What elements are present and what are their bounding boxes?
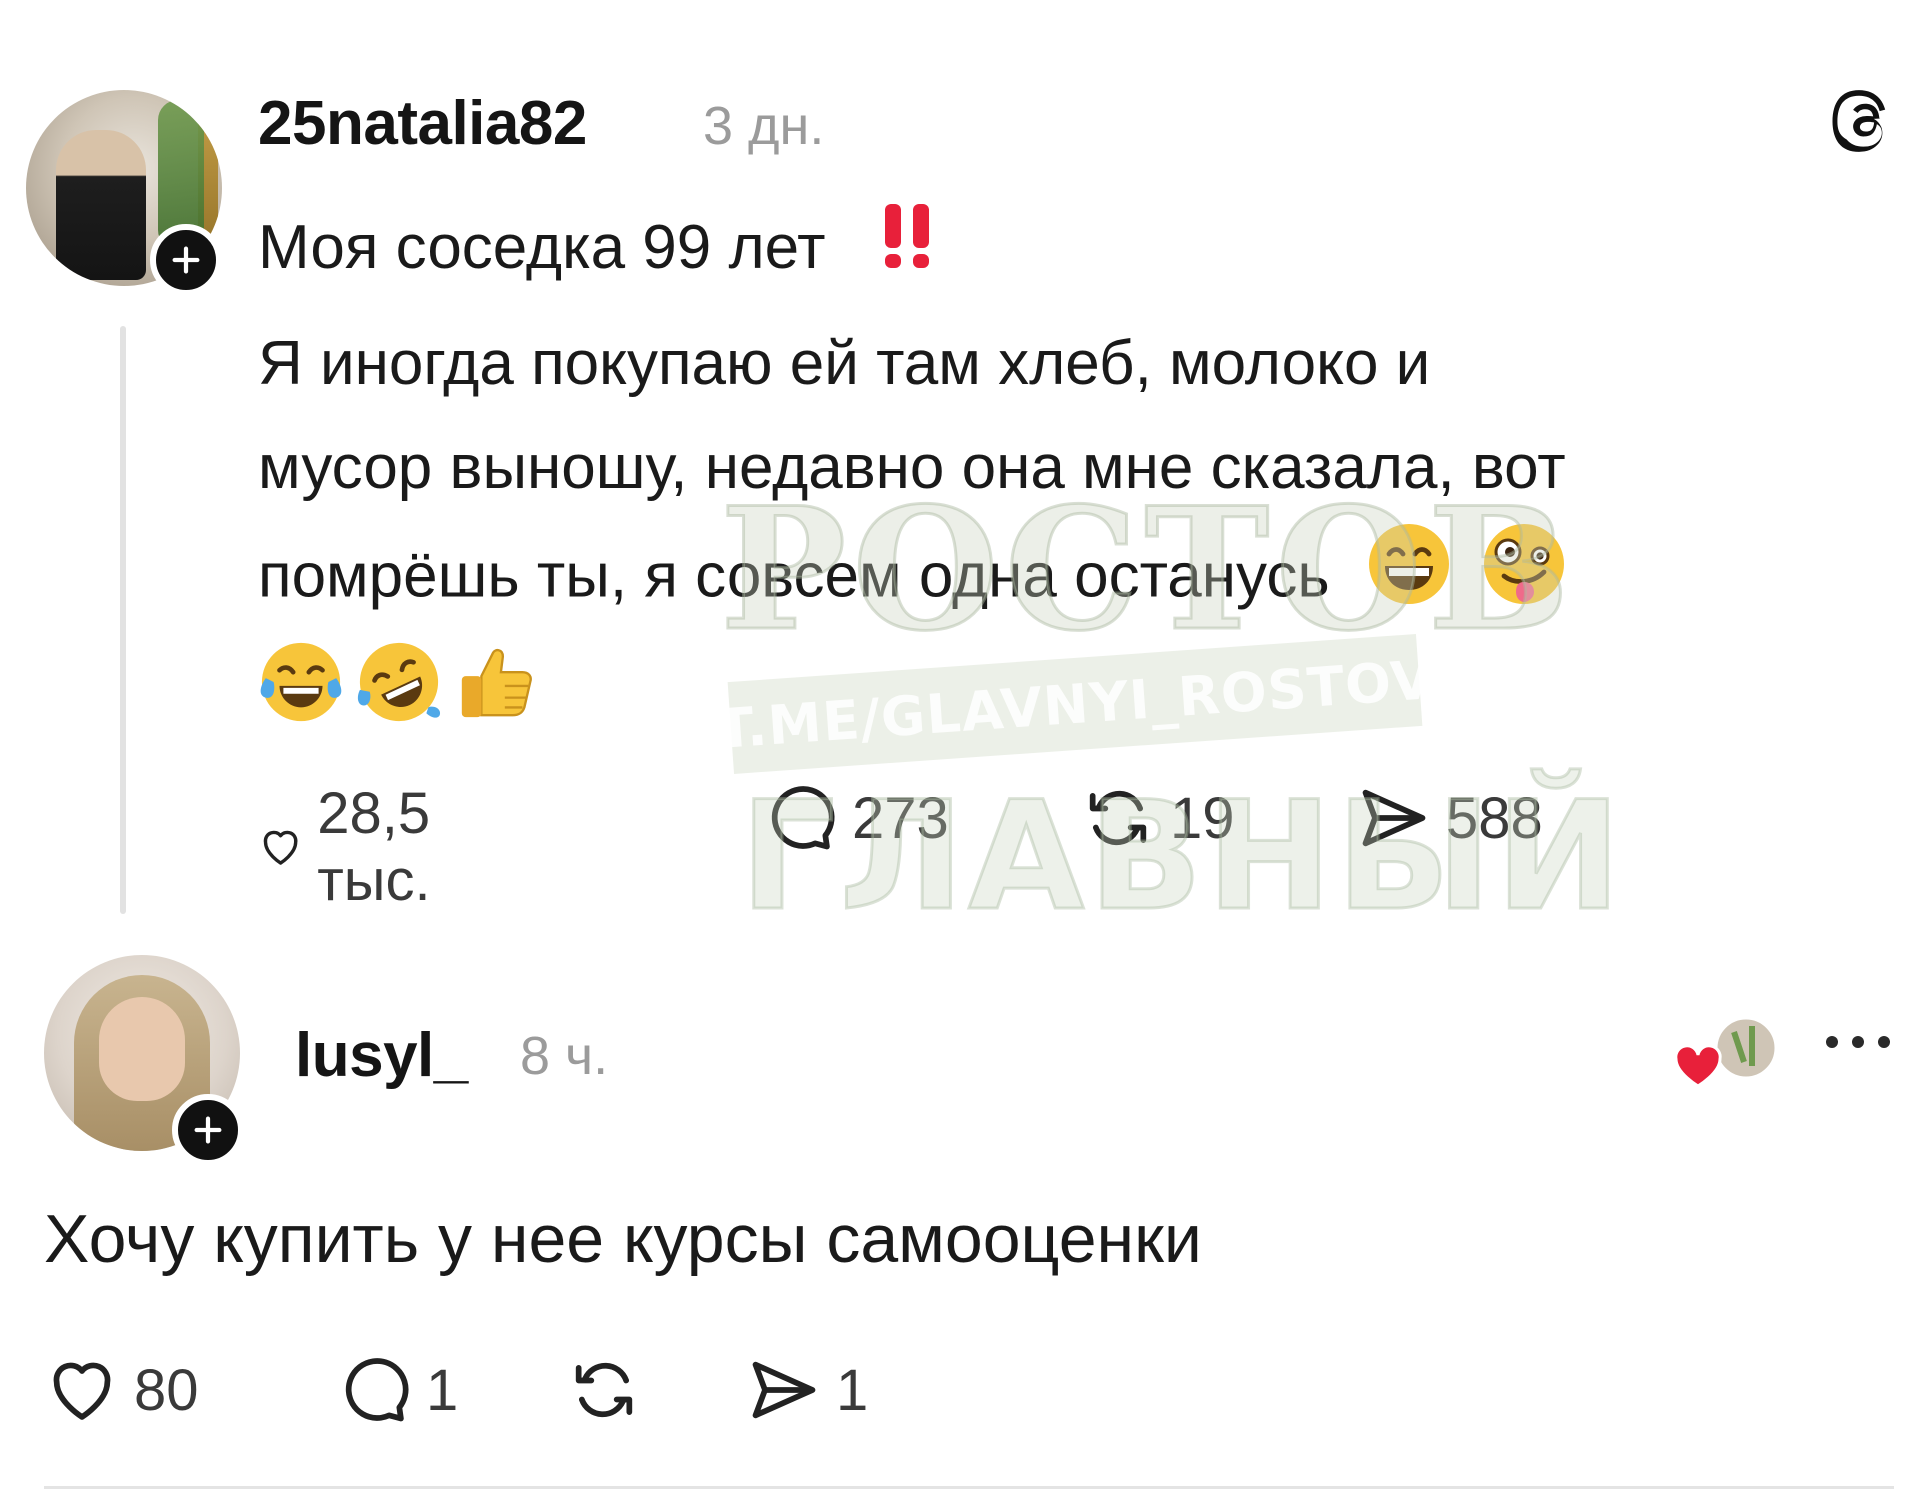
reply-text: Хочу купить у нее курсы самооценки bbox=[44, 1201, 1202, 1277]
rolling-laughing-icon bbox=[357, 642, 441, 722]
thumbs-up-icon bbox=[461, 648, 532, 718]
reply-repost-button[interactable] bbox=[566, 1352, 642, 1428]
avatar-person bbox=[56, 130, 146, 280]
grinning-face-icon bbox=[1365, 520, 1453, 640]
share-count: 588 bbox=[1446, 785, 1543, 851]
post-text-line-2: Я иногда покупаю ей там хлеб, молоко и bbox=[258, 329, 1431, 398]
post-text-line-1: Моя соседка 99 лет bbox=[258, 196, 941, 304]
more-icon[interactable] bbox=[1822, 1030, 1894, 1054]
thread-line bbox=[120, 326, 126, 914]
repost-icon bbox=[1089, 790, 1147, 846]
post-text-line-4-text: помрёшь ты, я совсем одна останусь bbox=[258, 541, 1330, 611]
comment-button[interactable]: 273 bbox=[762, 780, 949, 856]
reply-share-button[interactable]: 1 bbox=[746, 1352, 868, 1428]
repost-icon bbox=[575, 1362, 633, 1418]
plus-icon bbox=[172, 246, 200, 274]
post-time: 3 дн. bbox=[703, 96, 825, 156]
watermark-band: T.ME/GLAVNYI_ROSTOV bbox=[715, 634, 1435, 774]
reply-like-button[interactable]: 80 bbox=[44, 1352, 199, 1428]
tears-of-joy-icon bbox=[260, 642, 342, 722]
comment-count: 273 bbox=[852, 785, 949, 851]
post-title-text: Моя соседка 99 лет bbox=[258, 213, 826, 282]
double-exclamation-icon bbox=[877, 200, 941, 304]
plus-icon bbox=[194, 1116, 222, 1144]
reply-comment-count: 1 bbox=[426, 1357, 459, 1423]
repost-button[interactable]: 19 bbox=[1080, 780, 1235, 856]
share-button[interactable]: 588 bbox=[1356, 780, 1543, 856]
reply-username[interactable]: lusyl_ bbox=[295, 1020, 468, 1091]
like-button[interactable]: 28,5 тыс. bbox=[258, 780, 461, 914]
heart-icon bbox=[53, 1362, 111, 1420]
post-text-line-3: мусор выношу, недавно она мне сказала, в… bbox=[258, 433, 1566, 502]
post-text-line-4: помрёшь ты, я совсем одна останусь bbox=[258, 520, 1568, 640]
heart-icon bbox=[263, 830, 298, 865]
zany-face-icon bbox=[1480, 520, 1568, 640]
author-username[interactable]: 25natalia82 bbox=[258, 88, 587, 159]
post-emoji-row bbox=[258, 630, 540, 734]
threads-logo-icon[interactable] bbox=[1822, 84, 1896, 158]
avatar-face bbox=[99, 997, 185, 1101]
watermark-band-text: T.ME/GLAVNYI_ROSTOV bbox=[714, 647, 1436, 761]
share-icon bbox=[752, 1361, 816, 1419]
reply-like-count: 80 bbox=[134, 1357, 199, 1423]
reply-time: 8 ч. bbox=[520, 1026, 609, 1086]
divider bbox=[44, 1486, 1894, 1489]
follow-plus-button[interactable] bbox=[150, 224, 222, 296]
like-count: 28,5 тыс. bbox=[317, 781, 431, 913]
reply-comment-button[interactable]: 1 bbox=[336, 1352, 458, 1428]
comment-icon bbox=[345, 1358, 409, 1422]
share-icon bbox=[1362, 789, 1426, 847]
comment-icon bbox=[771, 786, 835, 850]
liked-by-author-icon bbox=[1674, 1016, 1778, 1088]
repost-count: 19 bbox=[1170, 785, 1235, 851]
reply-follow-plus-button[interactable] bbox=[172, 1094, 244, 1166]
reply-share-count: 1 bbox=[836, 1357, 869, 1423]
